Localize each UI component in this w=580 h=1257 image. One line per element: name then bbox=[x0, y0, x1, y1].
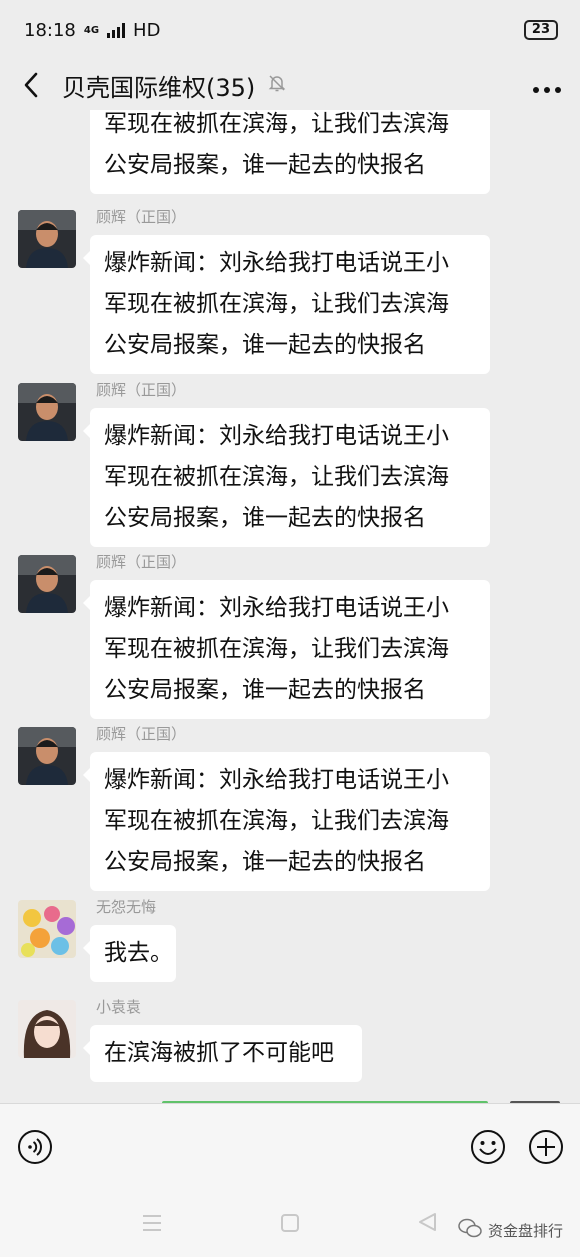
message-line: 在滨海被抓了不可能吧 bbox=[104, 1040, 334, 1066]
status-time: 18:18 bbox=[24, 19, 76, 41]
avatar[interactable] bbox=[18, 555, 76, 613]
network-label: 4G bbox=[83, 24, 100, 36]
sender-name: 顾辉（正国） bbox=[96, 725, 187, 743]
message-bubble[interactable]: 爆炸新闻：刘永给我打电话说王小 军现在被抓在滨海，让我们去滨海 公安局报案，谁一… bbox=[83, 580, 490, 719]
message-line: 我去。 bbox=[104, 940, 173, 966]
mute-bell-icon bbox=[267, 71, 287, 99]
message-bubble[interactable]: 我去。 bbox=[83, 925, 176, 982]
avatar[interactable] bbox=[18, 900, 76, 958]
nav-back-icon[interactable] bbox=[416, 1211, 438, 1237]
message-bubble[interactable]: 爆炸新闻：刘永给我打电话说王小 军现在被抓在滨海，让我们去滨海 公安局报案，谁一… bbox=[83, 752, 490, 891]
sender-name: 小袁袁 bbox=[96, 998, 142, 1016]
watermark: 资金盘排行 bbox=[458, 1218, 563, 1242]
avatar[interactable] bbox=[18, 1000, 76, 1058]
message-line: 爆炸新闻：刘永给我打电话说王小 bbox=[104, 250, 449, 276]
chat-header: 贝壳国际维权(35) bbox=[0, 60, 580, 110]
status-bar: 18:18 4G HD 23 bbox=[0, 0, 580, 60]
input-bar bbox=[0, 1103, 580, 1192]
avatar[interactable] bbox=[18, 727, 76, 785]
member-count: (35) bbox=[206, 73, 256, 102]
more-dots-icon[interactable] bbox=[532, 75, 562, 95]
message-line: 军现在被抓在滨海，让我们去滨海 bbox=[104, 291, 449, 317]
message-line: 公安局报案，谁一起去的快报名 bbox=[104, 849, 426, 875]
message-bubble[interactable]: 军现在被抓在滨海，让我们去滨海 公安局报案，谁一起去的快报名 bbox=[90, 110, 490, 194]
message-line: 军现在被抓在滨海，让我们去滨海 bbox=[104, 464, 449, 490]
voice-icon[interactable] bbox=[17, 1129, 53, 1165]
message-bubble[interactable]: 在滨海被抓了不可能吧 bbox=[83, 1025, 362, 1082]
watermark-text: 资金盘排行 bbox=[488, 1221, 564, 1240]
message-line: 公安局报案，谁一起去的快报名 bbox=[104, 677, 426, 703]
message-line: 公安局报案，谁一起去的快报名 bbox=[104, 332, 426, 358]
status-left: 18:18 4G HD bbox=[24, 20, 160, 41]
message-line: 公安局报案，谁一起去的快报名 bbox=[104, 152, 426, 178]
sender-name: 无怨无悔 bbox=[96, 898, 157, 916]
wechat-logo-icon bbox=[458, 1218, 482, 1242]
hd-label: HD bbox=[133, 19, 161, 41]
message-line: 公安局报案，谁一起去的快报名 bbox=[104, 505, 426, 531]
chat-title: 贝壳国际维权(35) bbox=[62, 68, 287, 103]
sender-name: 顾辉（正国） bbox=[96, 553, 187, 571]
sender-name: 顾辉（正国） bbox=[96, 208, 187, 226]
group-name: 贝壳国际维权 bbox=[62, 73, 206, 102]
message-line: 爆炸新闻：刘永给我打电话说王小 bbox=[104, 595, 449, 621]
message-bubble[interactable]: 爆炸新闻：刘永给我打电话说王小 军现在被抓在滨海，让我们去滨海 公安局报案，谁一… bbox=[83, 235, 490, 374]
message-line: 爆炸新闻：刘永给我打电话说王小 bbox=[104, 423, 449, 449]
sender-name: 顾辉（正国） bbox=[96, 381, 187, 399]
menu-icon[interactable] bbox=[141, 1213, 163, 1237]
back-arrow-icon[interactable] bbox=[18, 72, 44, 98]
message-line: 军现在被抓在滨海，让我们去滨海 bbox=[104, 808, 449, 834]
avatar[interactable] bbox=[18, 383, 76, 441]
message-line: 军现在被抓在滨海，让我们去滨海 bbox=[104, 111, 449, 137]
message-line: 爆炸新闻：刘永给我打电话说王小 bbox=[104, 767, 449, 793]
emoji-icon[interactable] bbox=[470, 1129, 506, 1165]
avatar[interactable] bbox=[18, 210, 76, 268]
battery-icon: 23 bbox=[523, 20, 558, 40]
add-icon[interactable] bbox=[528, 1129, 564, 1165]
home-icon[interactable] bbox=[280, 1213, 300, 1237]
message-line: 军现在被抓在滨海，让我们去滨海 bbox=[104, 636, 449, 662]
signal-icon bbox=[107, 22, 126, 38]
message-bubble[interactable]: 爆炸新闻：刘永给我打电话说王小 军现在被抓在滨海，让我们去滨海 公安局报案，谁一… bbox=[83, 408, 490, 547]
chat-messages[interactable]: 军现在被抓在滨海，让我们去滨海 公安局报案，谁一起去的快报名 顾辉（正国） 爆炸… bbox=[0, 110, 580, 1100]
